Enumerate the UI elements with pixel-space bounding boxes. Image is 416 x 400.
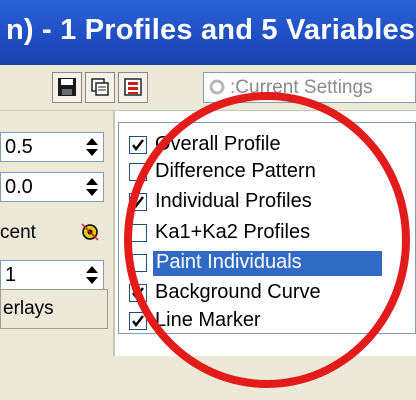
spinner-icon[interactable] <box>83 136 101 158</box>
list-item-overall-profile[interactable]: Overall Profile <box>127 133 416 159</box>
checkbox-difference-pattern[interactable] <box>129 163 147 181</box>
checkmark-icon <box>132 139 144 151</box>
export-button[interactable] <box>118 72 148 103</box>
item-label: Line Marker <box>155 309 261 331</box>
checkmark-icon <box>132 196 144 208</box>
settings-icon <box>209 79 225 95</box>
display-options-list: Overall Profile Difference Pattern Indiv… <box>118 122 416 334</box>
toolbar: :Current Settings <box>0 65 416 111</box>
export-icon <box>124 78 142 96</box>
window-title: n) - 1 Profiles and 5 Variables to <box>6 14 416 46</box>
save-icon <box>58 78 76 96</box>
checkbox-ka1-ka2-profiles[interactable] <box>129 224 147 242</box>
list-item-background-curve[interactable]: Background Curve <box>127 281 416 307</box>
target-icon[interactable] <box>80 222 100 242</box>
list-item-ka1-ka2-profiles[interactable]: Ka1+Ka2 Profiles <box>127 221 416 247</box>
app-window: n) - 1 Profiles and 5 Variables to:Curr… <box>0 0 416 400</box>
value-field-1[interactable]: 0.5 <box>0 132 104 162</box>
copy-icon <box>91 78 109 96</box>
spinner-icon[interactable] <box>83 264 101 286</box>
item-label: Ka1+Ka2 Profiles <box>155 221 311 243</box>
value-field-2[interactable]: 0.0 <box>0 172 104 202</box>
checkbox-individual-profiles[interactable] <box>129 193 147 211</box>
settings-combo[interactable]: :Current Settings <box>203 72 416 103</box>
item-label: Overall Profile <box>155 133 281 155</box>
overlays-label: erlays <box>3 298 54 319</box>
title-bar[interactable]: n) - 1 Profiles and 5 Variables to <box>0 0 416 65</box>
item-label: Background Curve <box>155 281 321 303</box>
value-field-3[interactable]: 1 <box>0 260 104 290</box>
list-item-individual-profiles[interactable]: Individual Profiles <box>127 190 416 216</box>
save-button[interactable] <box>52 72 82 103</box>
bottom-panel <box>0 356 416 400</box>
value-field-3-text: 1 <box>5 264 17 286</box>
overlays-button[interactable]: erlays <box>0 289 108 329</box>
value-field-2-text: 0.0 <box>5 176 33 198</box>
value-field-1-text: 0.5 <box>5 136 33 158</box>
list-item-difference-pattern[interactable]: Difference Pattern <box>127 160 416 186</box>
checkbox-paint-individuals[interactable] <box>129 254 147 272</box>
copy-button[interactable] <box>85 72 115 103</box>
settings-placeholder: :Current Settings <box>230 77 373 98</box>
item-label: Paint Individuals <box>153 251 382 276</box>
item-label: Individual Profiles <box>155 190 312 212</box>
checkbox-line-marker[interactable] <box>129 312 147 330</box>
list-item-paint-individuals[interactable]: Paint Individuals <box>127 251 416 277</box>
checkmark-icon <box>132 315 144 327</box>
checkbox-background-curve[interactable] <box>129 284 147 302</box>
spinner-icon[interactable] <box>83 176 101 198</box>
percent-label: cent <box>0 222 36 243</box>
item-label: Difference Pattern <box>155 160 316 182</box>
checkbox-overall-profile[interactable] <box>129 136 147 154</box>
list-item-line-marker[interactable]: Line Marker <box>127 309 416 335</box>
checkmark-icon <box>132 287 144 299</box>
